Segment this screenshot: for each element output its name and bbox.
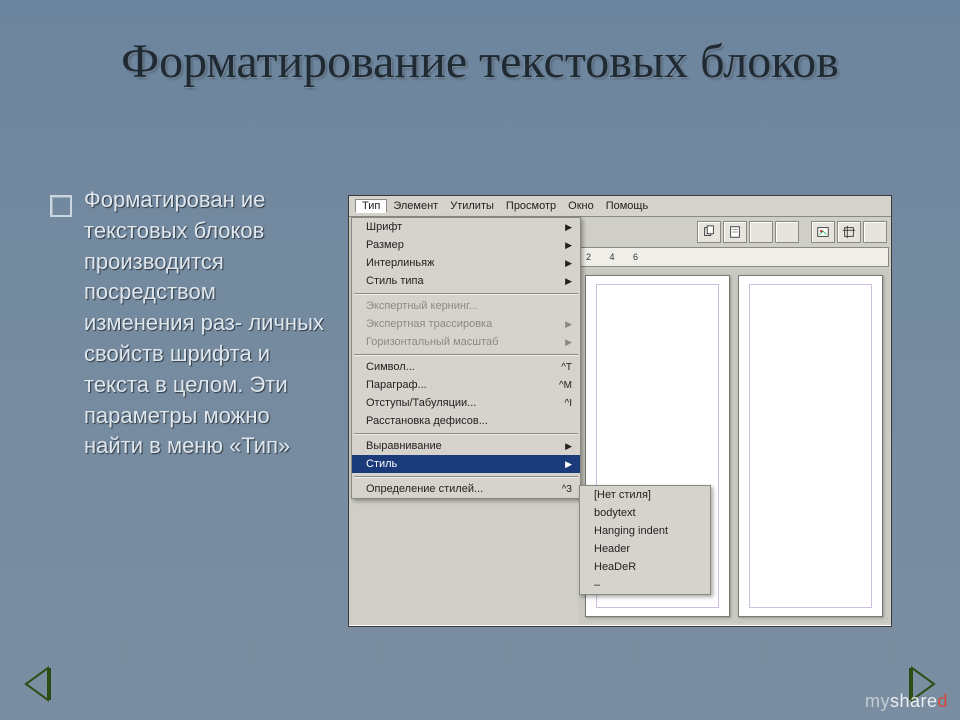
menu-item-Выравнивание[interactable]: Выравнивание▶ <box>352 437 580 455</box>
body-text: Форматирован ие текстовых блоков произво… <box>84 185 330 462</box>
menu-item-Стиль-типа[interactable]: Стиль типа▶ <box>352 272 580 290</box>
prev-slide-button[interactable] <box>18 662 62 706</box>
bullet-row: Форматирован ие текстовых блоков произво… <box>50 185 330 462</box>
watermark-share: share <box>890 691 938 712</box>
type-menu-dropdown: Шрифт▶Размер▶Интерлиньяж▶Стиль типа▶ Эксп… <box>351 217 581 499</box>
style-option-bodytext[interactable]: bodytext <box>580 504 710 522</box>
menu-Элемент[interactable]: Элемент <box>387 200 444 212</box>
menu-item-Стиль[interactable]: Стиль▶ <box>352 455 580 473</box>
menu-item-Определение-стилей-[interactable]: Определение стилей...^3 <box>352 480 580 498</box>
style-option-Hanging-indent[interactable]: Hanging indent <box>580 522 710 540</box>
menu-item-Экспертный-кернинг-: Экспертный кернинг... <box>352 297 580 315</box>
menu-Просмотр[interactable]: Просмотр <box>500 200 562 212</box>
toolbar-button-blank-icon[interactable] <box>749 221 773 243</box>
toolbar-button-image-icon[interactable] <box>811 221 835 243</box>
menu-separator <box>354 476 578 477</box>
menu-separator <box>354 433 578 434</box>
menu-item-Интерлиньяж[interactable]: Интерлиньяж▶ <box>352 254 580 272</box>
style-option--Нет-стиля-[interactable]: [Нет стиля] <box>580 486 710 504</box>
menu-Помощь[interactable]: Помощь <box>600 200 655 212</box>
menu-Тип[interactable]: Тип <box>355 199 387 213</box>
menu-separator <box>354 354 578 355</box>
watermark-red: d <box>937 691 948 712</box>
menu-item-Размер[interactable]: Размер▶ <box>352 236 580 254</box>
toolbar-button-crop-icon[interactable] <box>837 221 861 243</box>
style-option--[interactable]: – <box>580 576 710 594</box>
menu-item-Расстановка-дефисов-[interactable]: Расстановка дефисов... <box>352 412 580 430</box>
menu-separator <box>354 293 578 294</box>
menu-item-Параграф-[interactable]: Параграф...^M <box>352 376 580 394</box>
toolbar-button-copy-icon[interactable] <box>697 221 721 243</box>
toolbar-button-blank3-icon[interactable] <box>863 221 887 243</box>
toolbar-spacer <box>801 221 809 243</box>
slide: Форматирование текстовых блоков Форматир… <box>0 0 960 720</box>
menu-Окно[interactable]: Окно <box>562 200 600 212</box>
embedded-screenshot: ТипЭлементУтилитыПросмотрОкноПомощь 2 4 … <box>348 195 892 627</box>
menu-item-Символ-[interactable]: Символ...^T <box>352 358 580 376</box>
toolbar-button-blank2-icon[interactable] <box>775 221 799 243</box>
watermark: myshared <box>865 691 948 712</box>
style-option-Header[interactable]: Header <box>580 540 710 558</box>
toolbar-button-page-icon[interactable] <box>723 221 747 243</box>
toolbar <box>697 221 887 243</box>
app-area: 2 4 6 Шрифт▶Размер▶Интерлиньяж▶Стиль тип… <box>349 217 891 625</box>
style-option-HeaDeR[interactable]: HeaDeR <box>580 558 710 576</box>
menu-item-Горизонтальный-масштаб: Горизонтальный масштаб▶ <box>352 333 580 351</box>
menu-bar: ТипЭлементУтилитыПросмотрОкноПомощь <box>349 196 891 217</box>
page-right[interactable] <box>738 275 883 617</box>
menu-item-Шрифт[interactable]: Шрифт▶ <box>352 218 580 236</box>
style-submenu: [Нет стиля]bodytextHanging indentHeaderH… <box>579 485 711 595</box>
slide-title: Форматирование текстовых блоков <box>0 34 960 89</box>
menu-item-Отступы-Табуляции-[interactable]: Отступы/Табуляции...^I <box>352 394 580 412</box>
menu-item-Экспертная-трассировка: Экспертная трассировка▶ <box>352 315 580 333</box>
body-column: Форматирован ие текстовых блоков произво… <box>50 185 330 462</box>
bullet-icon <box>50 195 72 217</box>
horizontal-ruler: 2 4 6 <box>579 247 889 267</box>
menu-Утилиты[interactable]: Утилиты <box>444 200 500 212</box>
watermark-my: my <box>865 691 890 712</box>
